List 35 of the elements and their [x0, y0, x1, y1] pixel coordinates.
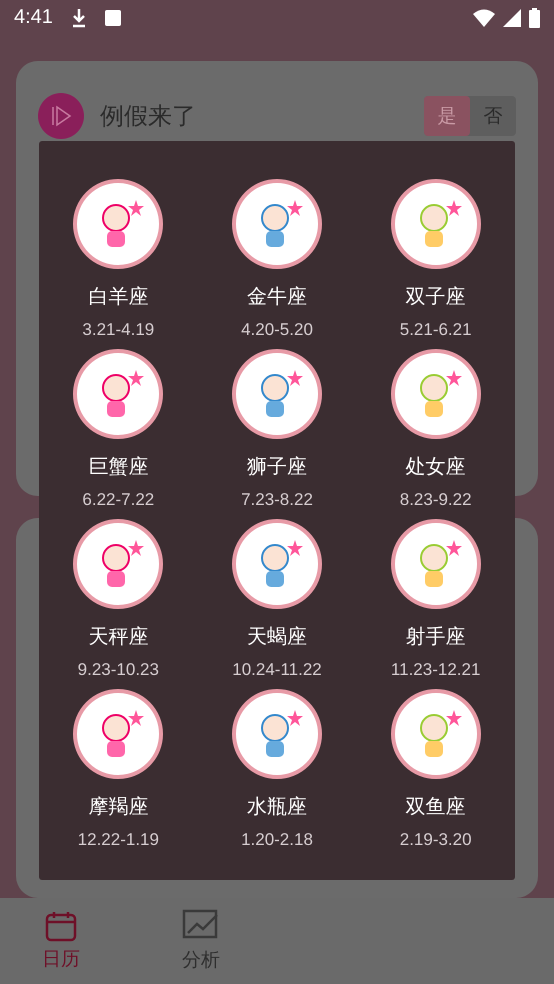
zodiac-dates: 6.22-7.22 — [82, 490, 154, 510]
zodiac-dates: 4.20-5.20 — [241, 320, 313, 340]
download-icon — [70, 8, 87, 28]
zodiac-name: 双子座 — [406, 283, 466, 310]
signal-icon — [503, 8, 521, 27]
zodiac-dates: 3.21-4.19 — [82, 320, 154, 340]
zodiac-dates: 2.19-3.20 — [400, 830, 472, 850]
zodiac-dates: 1.20-2.18 — [241, 830, 313, 850]
zodiac-name: 天蝎座 — [246, 623, 307, 650]
zodiac-name: 处女座 — [406, 453, 466, 480]
nav-tab[interactable]: 日历 — [16, 898, 106, 984]
calendar-icon — [45, 910, 77, 942]
zodiac-name: 金牛座 — [246, 283, 307, 310]
battery-icon — [529, 8, 540, 28]
zodiac-dates: 8.23-9.22 — [400, 490, 472, 510]
zodiac-dates: 7.23-8.22 — [241, 490, 313, 510]
zodiac-name: 白羊座 — [88, 283, 148, 310]
nav-tab[interactable]: 分析 — [156, 898, 246, 984]
zodiac-name: 天秤座 — [88, 623, 148, 650]
zodiac-dates: 12.22-1.19 — [78, 830, 159, 850]
zodiac-name: 射手座 — [406, 623, 466, 650]
zodiac-name: 狮子座 — [246, 453, 307, 480]
zodiac-name: 摩羯座 — [88, 793, 148, 820]
zodiac-name: 巨蟹座 — [88, 453, 148, 480]
zodiac-dates: 10.24-11.22 — [232, 660, 322, 680]
status-time: 4:41 — [14, 6, 53, 30]
wifi-icon — [473, 8, 495, 27]
zodiac-dates: 9.23-10.23 — [78, 660, 159, 680]
toggle-option[interactable]: 是 — [424, 96, 470, 136]
zodiac-dates: 11.23-12.21 — [390, 660, 480, 680]
card-title: 例假来了 — [100, 101, 196, 132]
zodiac-dates: 5.21-6.21 — [400, 320, 472, 340]
zodiac-name: 水瓶座 — [246, 793, 307, 820]
play-logo-icon — [38, 93, 84, 140]
zodiac-name: 双鱼座 — [406, 793, 466, 820]
